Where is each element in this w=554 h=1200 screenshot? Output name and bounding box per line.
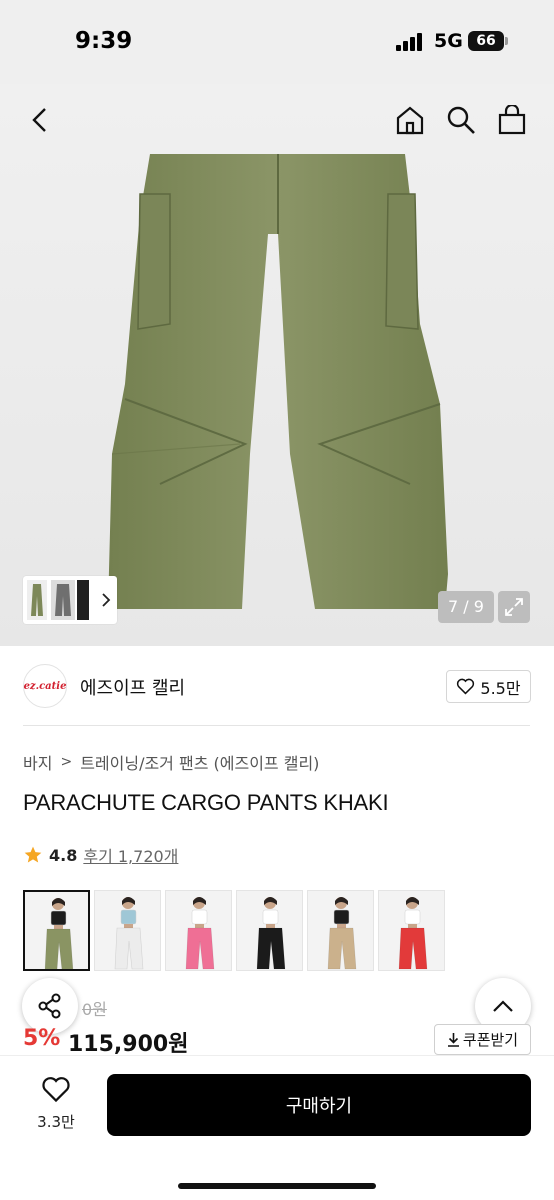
expand-button[interactable] xyxy=(498,591,530,623)
chevron-up-icon xyxy=(493,1000,513,1012)
cart-button[interactable] xyxy=(492,100,532,140)
search-button[interactable] xyxy=(441,100,481,140)
product-title: PARACHUTE CARGO PANTS KHAKI xyxy=(23,790,389,815)
home-button[interactable] xyxy=(390,100,430,140)
signal-icon xyxy=(396,33,422,51)
home-icon xyxy=(396,106,424,135)
rating-row: 4.8 후기 1,720개 xyxy=(23,843,178,867)
star-icon xyxy=(24,846,42,863)
review-link[interactable]: 후기 1,720개 xyxy=(83,843,178,867)
chevron-left-icon xyxy=(32,108,46,132)
variant-red[interactable] xyxy=(378,890,445,971)
battery-icon: 66 xyxy=(468,31,508,51)
divider xyxy=(23,725,530,726)
breadcrumb: 바지 > 트레이닝/조거 팬츠 (에즈이프 캘리) xyxy=(23,750,319,774)
variant-white[interactable] xyxy=(94,890,161,971)
coupon-button[interactable]: 쿠폰받기 xyxy=(434,1024,531,1055)
heart-icon xyxy=(457,678,475,695)
heart-icon xyxy=(42,1077,70,1103)
search-icon xyxy=(447,106,475,134)
product-image xyxy=(108,154,448,609)
wishlist-count: 3.3만 xyxy=(37,1113,75,1131)
back-button[interactable] xyxy=(20,100,60,140)
breadcrumb-subcategory[interactable]: 트레이닝/조거 팬츠 (에즈이프 캘리) xyxy=(80,750,319,774)
variant-pink[interactable] xyxy=(165,890,232,971)
gallery-counter: 7 / 9 xyxy=(438,591,494,623)
brand-name[interactable]: 에즈이프 캘리 xyxy=(80,674,185,700)
sale-price: 115,900원 xyxy=(68,1032,189,1057)
shopping-bag-icon xyxy=(498,105,526,135)
brand-logo[interactable]: ez.catie xyxy=(23,664,67,708)
rating-value: 4.8 xyxy=(49,845,78,865)
brand-logo-text: ez.catie xyxy=(23,680,67,692)
gallery-thumbnail-strip[interactable] xyxy=(23,576,117,624)
home-indicator xyxy=(178,1183,376,1189)
variant-khaki[interactable] xyxy=(23,890,90,971)
status-time: 9:39 xyxy=(75,28,133,54)
coupon-label: 쿠폰받기 xyxy=(462,1031,519,1049)
variant-black[interactable] xyxy=(236,890,303,971)
chevron-right-icon: > xyxy=(60,754,73,770)
share-icon xyxy=(38,993,61,1019)
battery-level: 66 xyxy=(468,31,504,51)
product-gallery[interactable]: 7 / 9 xyxy=(0,84,554,646)
chevron-right-icon xyxy=(102,593,111,607)
network-label: 5G xyxy=(434,30,463,52)
bottom-action-bar: 3.3만 구매하기 xyxy=(0,1055,554,1200)
wishlist-button[interactable]: 3.3만 xyxy=(30,1076,82,1132)
variant-beige[interactable] xyxy=(307,890,374,971)
download-icon xyxy=(447,1033,459,1047)
breadcrumb-category[interactable]: 바지 xyxy=(23,750,52,774)
expand-icon xyxy=(505,598,523,616)
brand-like-button[interactable]: 5.5만 xyxy=(446,670,531,703)
buy-button[interactable]: 구매하기 xyxy=(107,1074,531,1136)
original-price: 0원 xyxy=(82,1000,107,1019)
discount-rate: 5% xyxy=(23,1026,61,1051)
status-bar: 9:39 5G 66 xyxy=(0,0,554,84)
brand-like-count: 5.5만 xyxy=(480,678,521,698)
color-variants xyxy=(23,890,445,971)
